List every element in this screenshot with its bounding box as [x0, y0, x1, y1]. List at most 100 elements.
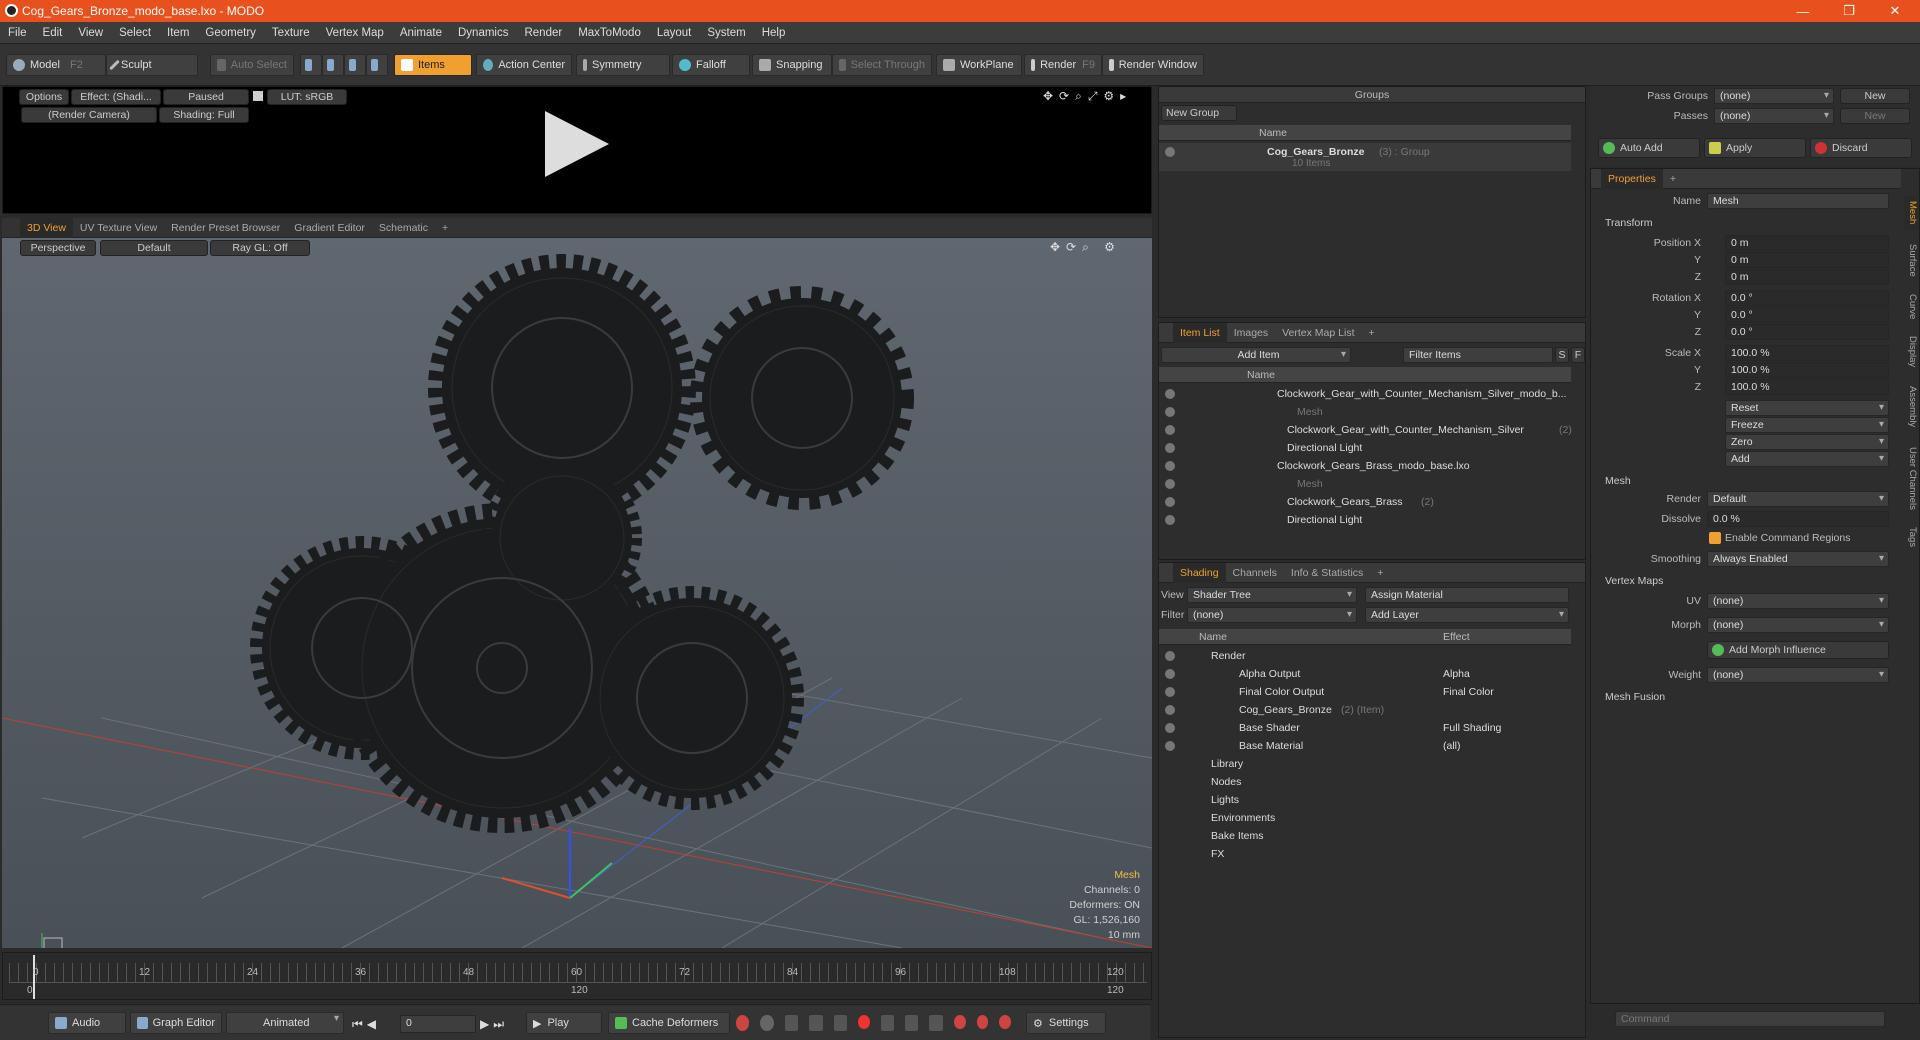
add-layer-dropdown[interactable]: Add Layer [1365, 607, 1569, 623]
set-key-icon[interactable] [953, 1015, 966, 1029]
group-row[interactable]: Cog_Gears_Bronze (3) : Group 10 Items [1159, 143, 1571, 171]
items-mode-button[interactable]: Items [394, 54, 472, 76]
shader-filter-dropdown[interactable]: (none) [1187, 607, 1357, 623]
select-through-button[interactable]: Select Through [832, 54, 932, 76]
add-dropdown[interactable]: Add [1725, 451, 1889, 467]
perspective-dropdown[interactable]: Perspective [20, 240, 96, 256]
morph-dropdown[interactable]: (none) [1707, 617, 1889, 633]
tab-schematic[interactable]: Schematic [372, 218, 435, 238]
menu-vertex-map[interactable]: Vertex Map [318, 27, 392, 39]
item-list-row[interactable]: Clockwork_Gear_with_Counter_Mechanism_Si… [1159, 421, 1572, 439]
tab-channels[interactable]: Channels [1226, 563, 1284, 583]
menu-system[interactable]: System [699, 27, 753, 39]
menu-view[interactable]: View [70, 27, 111, 39]
add-properties-tab-button[interactable]: + [1663, 169, 1683, 189]
minimize-button[interactable]: — [1780, 0, 1826, 22]
shader-tree-row[interactable]: Lights [1159, 791, 1571, 809]
visibility-eye-icon[interactable] [1165, 705, 1175, 715]
tab-images[interactable]: Images [1227, 323, 1275, 343]
item-list-row[interactable]: Clockwork_Gear_with_Counter_Mechanism_Si… [1159, 385, 1571, 403]
falloff-button[interactable]: Falloff [672, 54, 750, 76]
menu-geometry[interactable]: Geometry [197, 27, 264, 39]
shader-effect-dropdown[interactable]: (all) [1443, 737, 1461, 755]
visibility-eye-icon[interactable] [1165, 389, 1175, 399]
vertex-maps-section[interactable]: Vertex Maps [1605, 573, 1663, 589]
auto-select-button[interactable]: Auto Select [210, 54, 294, 76]
shader-tree-row[interactable]: FX [1159, 845, 1571, 863]
visibility-eye-icon[interactable] [1165, 515, 1175, 525]
visibility-eye-icon[interactable] [1165, 407, 1175, 417]
rotation-z-field[interactable]: 0.0 ° [1725, 324, 1889, 340]
render-button[interactable]: Render F9 [1024, 54, 1102, 76]
vtab-mesh[interactable]: Mesh [1904, 196, 1918, 230]
vtab-assembly[interactable]: Assembly [1904, 380, 1918, 434]
menu-layout[interactable]: Layout [649, 27, 700, 39]
menu-select[interactable]: Select [111, 27, 159, 39]
vtab-display[interactable]: Display [1904, 330, 1918, 374]
tab-3d-view[interactable]: 3D View [20, 217, 73, 238]
polygons-mode-button[interactable] [344, 54, 366, 76]
position-y-field[interactable]: 0 m [1725, 252, 1889, 268]
shader-tree-row[interactable]: Base Shader Full Shading [1159, 719, 1571, 737]
menu-help[interactable]: Help [754, 27, 794, 39]
shader-tree-row[interactable]: Bake Items [1159, 827, 1571, 845]
weight-dropdown[interactable]: (none) [1707, 667, 1889, 683]
scale-x-field[interactable]: 100.0 % [1725, 345, 1889, 361]
passes-dropdown[interactable]: (none) [1714, 108, 1834, 124]
visibility-eye-icon[interactable] [1165, 443, 1175, 453]
cache-deformers-button[interactable]: Cache Deformers [608, 1012, 730, 1034]
uv-dropdown[interactable]: (none) [1707, 593, 1889, 609]
play-button[interactable]: ▶ Play [526, 1012, 602, 1034]
pass-groups-dropdown[interactable]: (none) [1714, 88, 1834, 104]
shader-tree-row[interactable]: Cog_Gears_Bronze (2) (Item) [1159, 701, 1571, 719]
model-mode-button[interactable]: Model F2 [6, 54, 106, 76]
close-button[interactable]: ✕ [1872, 0, 1918, 22]
frame-step-forward-icons[interactable]: ▶⏭ [480, 1017, 508, 1032]
position-x-field[interactable]: 0 m [1725, 235, 1889, 251]
key-tool-icon[interactable] [833, 1015, 847, 1031]
frame-step-back-icons[interactable]: ⏮◀ [352, 1017, 380, 1032]
preview-effect-dropdown[interactable]: Effect: (Shadi... [71, 89, 161, 105]
tab-properties[interactable]: Properties [1601, 168, 1663, 189]
tab-item-list[interactable]: Item List [1173, 322, 1227, 343]
item-list-row[interactable]: Clockwork_Gears_Brass (2) [1159, 493, 1571, 511]
render-window-button[interactable]: Render Window [1102, 54, 1204, 76]
group-visibility-icon[interactable] [1165, 147, 1175, 157]
current-frame-field[interactable]: 0 [400, 1015, 476, 1033]
sculpt-mode-button[interactable]: Sculpt [106, 54, 198, 76]
vtab-tags[interactable]: Tags [1904, 522, 1918, 552]
next-key-icon[interactable] [809, 1015, 823, 1031]
reset-dropdown[interactable]: Reset [1725, 400, 1889, 416]
edges-mode-button[interactable] [322, 54, 344, 76]
visibility-eye-icon[interactable] [1165, 669, 1175, 679]
visibility-eye-icon[interactable] [1165, 741, 1175, 751]
item-list-row[interactable]: Directional Light [1159, 511, 1571, 529]
record-icon[interactable] [857, 1015, 870, 1029]
transform-section[interactable]: Transform [1605, 215, 1652, 231]
shader-tree-row[interactable]: Alpha Output Alpha [1159, 665, 1571, 683]
lock-icon[interactable] [253, 91, 263, 101]
visibility-eye-icon[interactable] [1165, 497, 1175, 507]
render-dropdown[interactable]: Default [1707, 491, 1889, 507]
menu-maxtomodo[interactable]: MaxToModo [570, 27, 649, 39]
shader-tree-row[interactable]: Base Material (all) [1159, 737, 1571, 755]
zero-dropdown[interactable]: Zero [1725, 434, 1889, 450]
mesh-section[interactable]: Mesh [1605, 473, 1631, 489]
new-group-button[interactable]: New Group [1161, 105, 1237, 121]
shader-tree-row[interactable]: Library [1159, 755, 1571, 773]
preview-options-button[interactable]: Options [19, 89, 69, 105]
visibility-eye-icon[interactable] [1165, 687, 1175, 697]
add-tab-button[interactable]: + [435, 218, 455, 238]
tab-gradient-editor[interactable]: Gradient Editor [287, 218, 372, 238]
ray-gl-toggle[interactable]: Ray GL: Off [210, 240, 310, 256]
shader-view-dropdown[interactable]: Shader Tree [1187, 587, 1357, 603]
preview-paused-button[interactable]: Paused [163, 89, 249, 105]
shader-effect-dropdown[interactable]: Full Shading [1443, 719, 1501, 737]
rotation-y-field[interactable]: 0.0 ° [1725, 307, 1889, 323]
visibility-eye-icon[interactable] [1165, 723, 1175, 733]
shader-tree-row[interactable]: Render [1159, 647, 1571, 665]
item-list-row[interactable]: Directional Light [1159, 439, 1571, 457]
auto-add-button[interactable]: Auto Add [1598, 138, 1700, 158]
add-list-tab-button[interactable]: + [1362, 323, 1382, 343]
delete-key-icon[interactable] [976, 1015, 989, 1029]
